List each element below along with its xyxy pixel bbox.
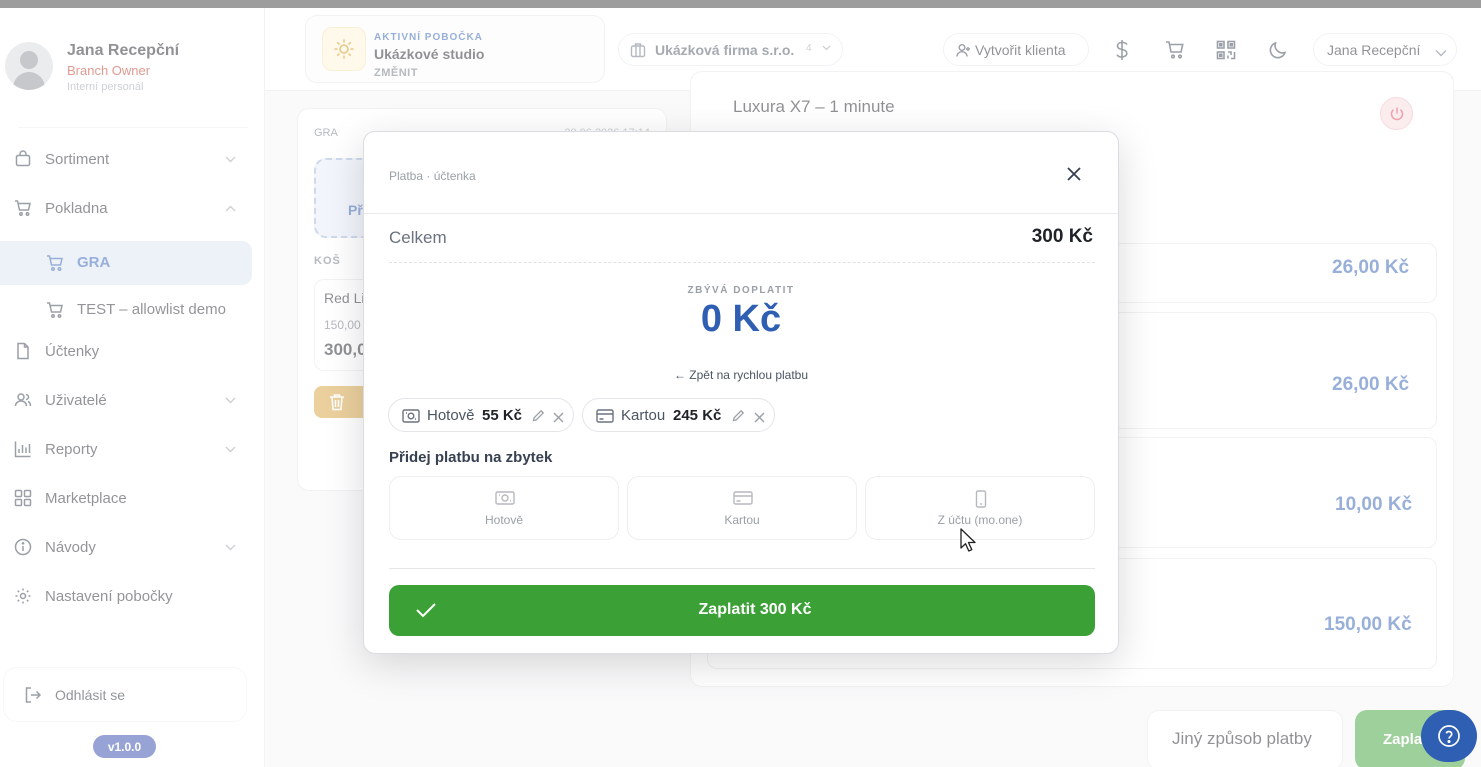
cash-icon (495, 490, 515, 506)
back-to-quick-payment-link[interactable]: ← Zpět na rychlou platbu (364, 368, 1118, 382)
divider (389, 568, 1095, 569)
method-label: Kartou (724, 513, 760, 527)
card-icon (733, 490, 753, 506)
card-icon (596, 408, 614, 424)
divider (389, 262, 1095, 263)
confirm-payment-label: Zaplatit 300 Kč (698, 601, 812, 618)
confirm-payment-button[interactable]: Zaplatit 300 Kč (389, 585, 1095, 636)
modal-breadcrumb: Platba · účtenka (389, 169, 476, 183)
phone-icon (971, 490, 991, 508)
payment-chip-card: Kartou 245 Kč (582, 398, 775, 432)
payment-chip-method: Kartou (621, 407, 666, 424)
help-icon (1438, 725, 1460, 747)
payment-modal: Platba · účtenka Celkem 300 Kč ZBÝVÁ DOP… (363, 131, 1119, 654)
method-account-button[interactable]: Z účtu (mo.one) (865, 476, 1095, 540)
cash-icon (402, 408, 420, 424)
total-value: 300 Kč (1031, 226, 1093, 247)
divider (364, 213, 1118, 214)
method-card-button[interactable]: Kartou (627, 476, 857, 540)
close-button[interactable] (1063, 163, 1085, 185)
method-cash-button[interactable]: Hotově (389, 476, 619, 540)
edit-icon[interactable] (532, 409, 545, 422)
payment-chip-cash: Hotově 55 Kč (388, 398, 574, 432)
close-icon (1067, 167, 1081, 181)
add-payment-label: Přidej platbu na zbytek (389, 449, 553, 466)
method-label: Hotově (484, 513, 524, 527)
remaining-label: ZBÝVÁ DOPLATIT (687, 285, 795, 296)
help-button[interactable] (1421, 710, 1477, 762)
remove-icon[interactable] (754, 410, 765, 423)
remove-icon[interactable] (553, 410, 564, 423)
payment-chip-amount: 55 Kč (482, 407, 523, 424)
total-label: Celkem (389, 228, 447, 247)
method-label: Z účtu (mo.one) (937, 513, 1023, 527)
remaining-value: 0 Kč (700, 298, 782, 340)
mouse-cursor-icon (960, 528, 976, 552)
payment-chip-amount: 245 Kč (673, 407, 722, 424)
payment-chip-method: Hotově (427, 407, 475, 424)
edit-icon[interactable] (732, 409, 745, 422)
